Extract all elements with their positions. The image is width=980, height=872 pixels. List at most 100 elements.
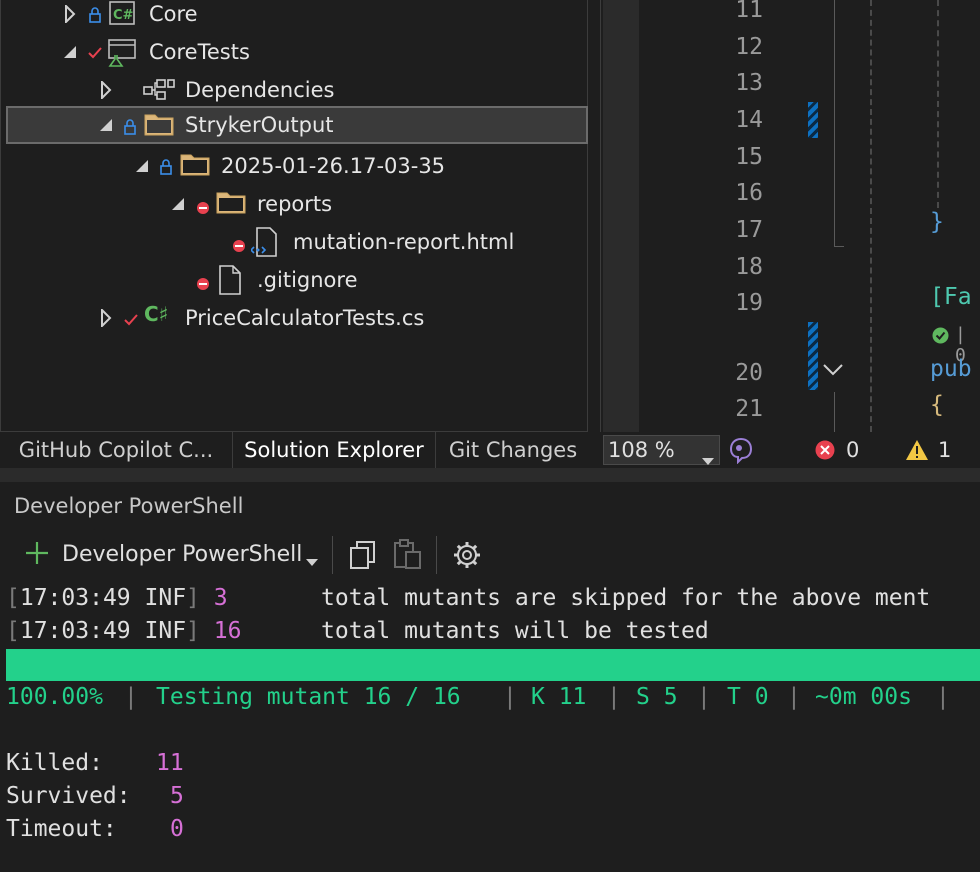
log-level: INF <box>144 585 187 611</box>
new-terminal-dropdown[interactable]: Developer PowerShell <box>62 542 302 567</box>
indent-guide <box>937 0 939 208</box>
dropdown-arrow-icon[interactable] <box>306 552 318 571</box>
paste-icon[interactable] <box>393 538 423 574</box>
log-time: 17:03:49 <box>19 585 131 611</box>
plus-icon[interactable] <box>24 540 50 570</box>
tree-item-dependencies[interactable]: Dependencies <box>1 72 589 108</box>
passed-test-icon[interactable] <box>932 327 949 348</box>
code-token: } <box>930 209 944 235</box>
log-line: [17:03:49 INF] 3 <box>6 585 228 611</box>
log-count: 16 <box>213 618 242 644</box>
separator: | <box>607 684 621 710</box>
tree-item-coretests[interactable]: CoreTests <box>1 34 589 70</box>
lock-icon <box>124 116 136 140</box>
lock-icon <box>160 156 172 180</box>
change-marker <box>808 102 818 138</box>
editor-margin <box>603 0 639 432</box>
log-text: total mutants will be tested <box>321 618 709 644</box>
line-number: 13 <box>735 70 763 96</box>
line-number: 11 <box>735 0 763 23</box>
tree-item-label: .gitignore <box>257 268 358 292</box>
code-token: [Fa <box>930 284 972 310</box>
tab-git-changes[interactable]: Git Changes <box>436 432 590 468</box>
expand-arrow-icon[interactable] <box>63 4 77 24</box>
tree-item-label: StrykerOutput <box>185 113 334 137</box>
collapse-arrow-icon[interactable] <box>99 115 113 135</box>
tree-item-reports[interactable]: reports <box>1 186 589 222</box>
code-token: pub <box>930 356 972 382</box>
tab-label: Solution Explorer <box>244 438 424 462</box>
change-marker <box>808 322 818 390</box>
tree-item-label: 2025-01-26.17-03-35 <box>221 154 446 178</box>
code-editor[interactable] <box>600 0 980 432</box>
excluded-icon <box>196 272 210 296</box>
folder-icon <box>144 112 174 141</box>
tab-label: GitHub Copilot C... <box>18 438 214 462</box>
checkmark-icon <box>87 42 103 66</box>
line-number: 16 <box>735 180 763 206</box>
tree-item-label: PriceCalculatorTests.cs <box>185 306 425 330</box>
code-token: { <box>930 392 944 418</box>
collapse-arrow-icon[interactable] <box>63 42 77 62</box>
gear-icon[interactable] <box>452 540 482 574</box>
separator: | <box>787 684 801 710</box>
checkmark-icon <box>123 309 139 333</box>
summary-killed-label: Killed: <box>6 750 103 776</box>
panel-title: Developer PowerShell <box>14 494 244 518</box>
svg-text:C#: C# <box>113 8 134 23</box>
panel-splitter[interactable] <box>0 468 980 482</box>
progress-fill <box>6 649 980 681</box>
tree-item-label: mutation-report.html <box>293 230 515 254</box>
tree-item-label: Core <box>149 2 198 26</box>
collapse-arrow-icon[interactable] <box>135 156 149 176</box>
summary-killed-value: 11 <box>156 750 184 776</box>
expand-arrow-icon[interactable] <box>99 308 113 328</box>
tree-item-gitignore[interactable]: .gitignore <box>1 262 589 298</box>
tab-solution-explorer[interactable]: Solution Explorer <box>232 432 436 468</box>
line-number: 15 <box>735 144 763 170</box>
warning-icon[interactable] <box>905 439 929 465</box>
expand-arrow-icon[interactable] <box>99 80 113 100</box>
toolbar-separator <box>332 536 333 574</box>
tree-item-core[interactable]: C# Core <box>1 0 589 32</box>
tree-item-label: Dependencies <box>185 78 335 102</box>
tool-window-tabs: GitHub Copilot C... Solution Explorer Gi… <box>0 432 600 468</box>
summary-timeout-label: Timeout: <box>6 816 117 842</box>
tree-item-pricecalculatortests[interactable]: C♯ PriceCalculatorTests.cs <box>1 300 589 336</box>
tree-item-run-folder[interactable]: 2025-01-26.17-03-35 <box>1 148 589 184</box>
folder-icon <box>216 190 246 219</box>
line-number: 18 <box>735 254 763 280</box>
log-line: [17:03:49 INF] 16 <box>6 618 242 644</box>
copy-icon[interactable] <box>348 540 378 574</box>
line-number: 19 <box>735 290 763 316</box>
summary-timeout-value: 0 <box>170 816 184 842</box>
progress-survived: S 5 <box>636 684 678 710</box>
terminal-panel: Developer PowerShell Developer PowerShel… <box>0 482 980 872</box>
line-number: 17 <box>735 217 763 243</box>
tree-item-mutation-report[interactable]: mutation-report.html <box>1 224 589 260</box>
summary-survived-label: Survived: <box>6 783 131 809</box>
progress-bar <box>6 649 980 681</box>
tree-item-strykeroutput[interactable]: StrykerOutput <box>6 106 588 144</box>
dependencies-icon <box>143 78 175 102</box>
progress-timeout: T 0 <box>727 684 769 710</box>
zoom-dropdown[interactable]: 108 % <box>603 435 720 465</box>
summary-survived-value: 5 <box>170 783 184 809</box>
tree-item-label: reports <box>257 192 333 216</box>
error-icon[interactable] <box>815 440 835 464</box>
intellicode-icon[interactable] <box>728 436 754 468</box>
test-project-icon <box>107 37 137 67</box>
log-text: total mutants are skipped for the above … <box>321 585 931 611</box>
chevron-down-icon[interactable] <box>822 362 844 382</box>
log-count: 3 <box>213 585 228 611</box>
separator: | <box>936 684 950 710</box>
tab-github-copilot[interactable]: GitHub Copilot C... <box>0 432 232 468</box>
progress-percent: 100.00% <box>6 684 103 710</box>
file-icon <box>217 265 243 300</box>
separator: | <box>124 684 138 710</box>
csharp-file-icon: C♯ <box>144 302 169 326</box>
indent-guide <box>870 0 872 432</box>
html-file-icon <box>249 227 279 262</box>
collapse-arrow-icon[interactable] <box>171 194 185 214</box>
outline-guide <box>834 392 835 432</box>
